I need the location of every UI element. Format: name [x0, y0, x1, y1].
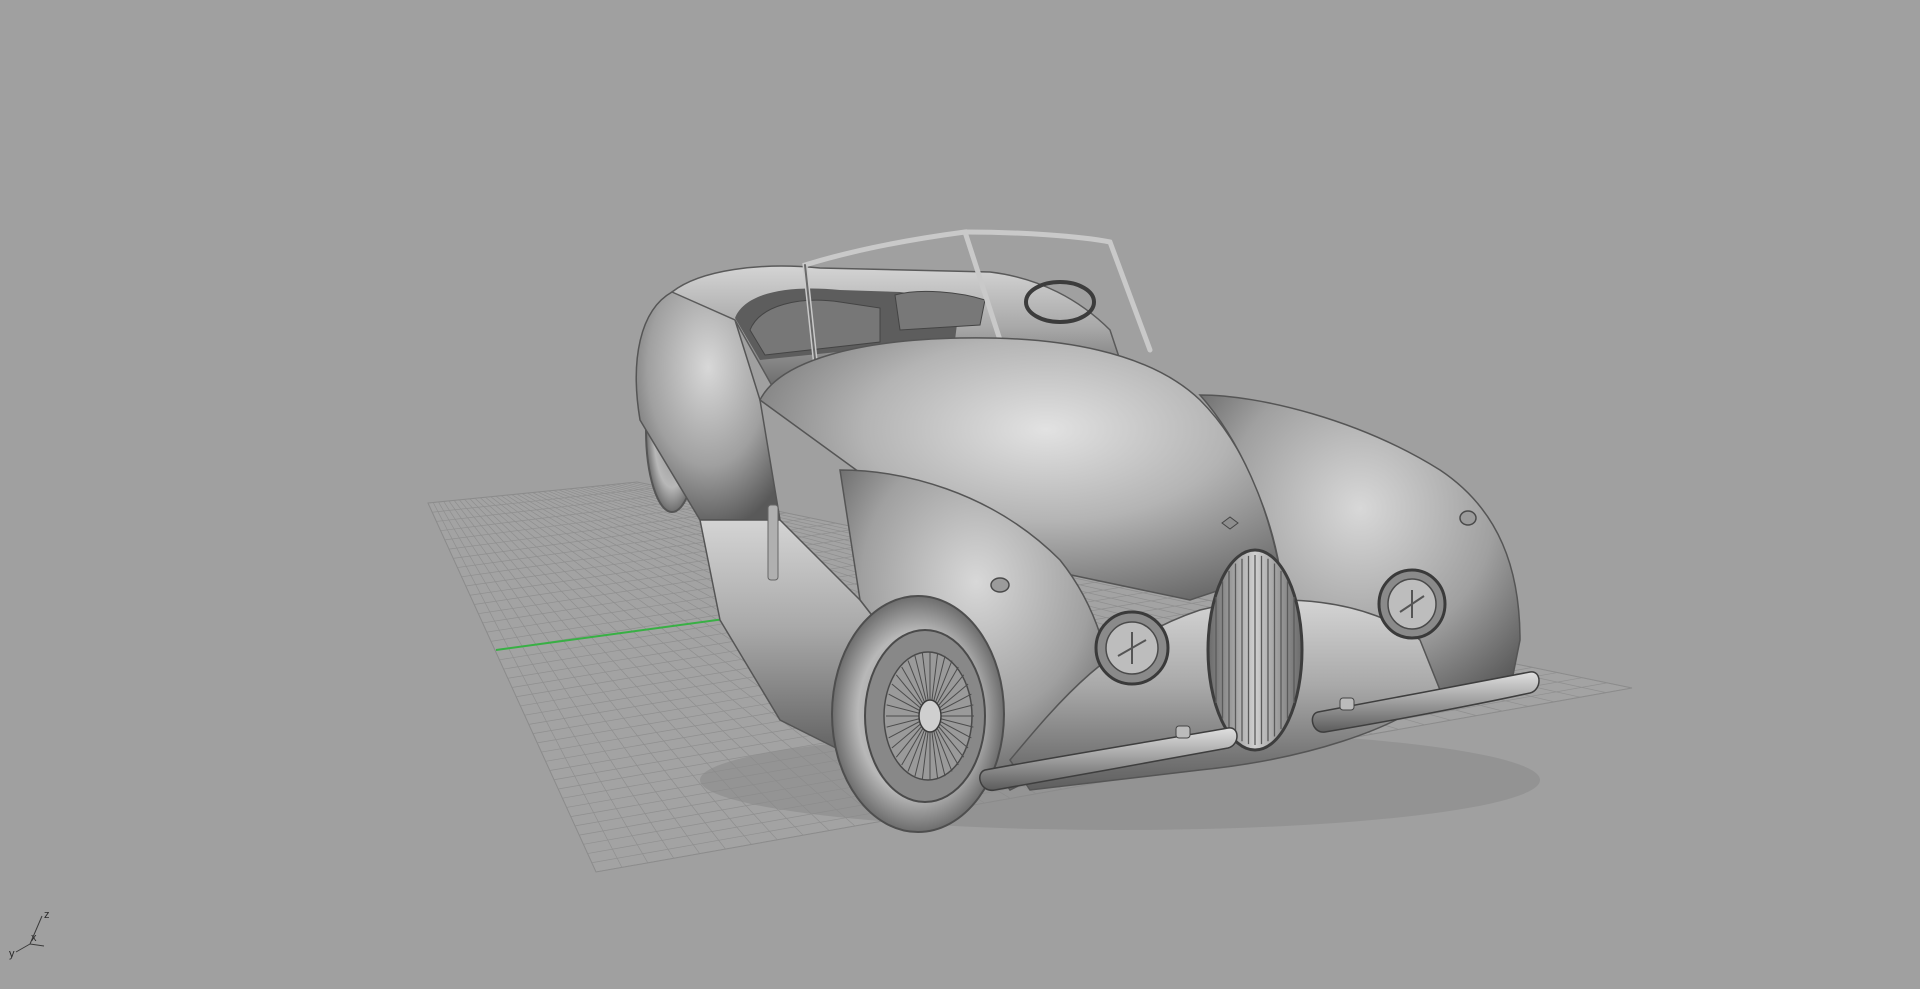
- axis-indicator: z x y: [9, 909, 50, 960]
- perspective-viewport[interactable]: z x y: [0, 0, 1920, 989]
- viewport-canvas[interactable]: z x y: [0, 0, 1920, 989]
- right-headlamp: [1377, 568, 1447, 640]
- left-headlamp: [1094, 610, 1170, 686]
- front-left-wheel: [831, 595, 1005, 833]
- axis-label-x: x: [31, 932, 37, 944]
- axis-label-z: z: [44, 909, 50, 921]
- axis-label-y: y: [9, 948, 15, 960]
